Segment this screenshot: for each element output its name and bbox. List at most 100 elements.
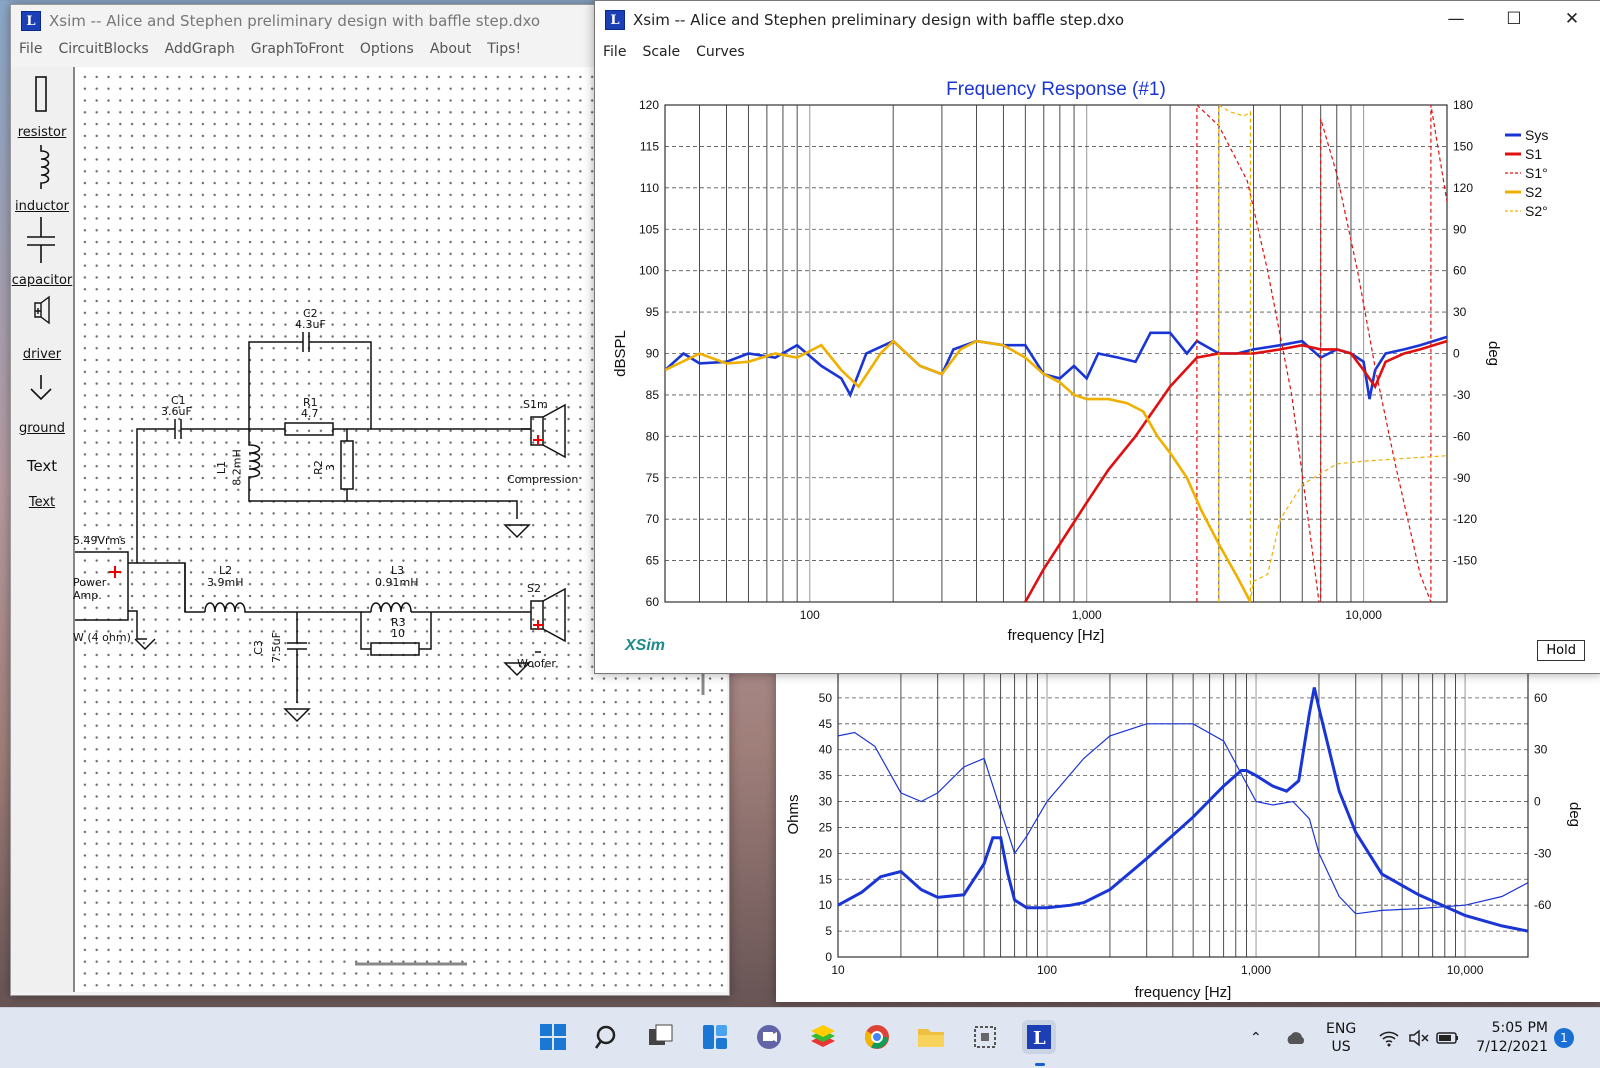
y-tick-label: 50	[819, 691, 833, 705]
y-tick-label: 95	[646, 305, 660, 319]
xsim-app-icon: L	[21, 11, 41, 31]
palette-driver[interactable]: driver	[11, 347, 73, 362]
y-tick-label: 70	[646, 512, 660, 526]
palette-ground[interactable]: ground	[11, 421, 73, 436]
y-tick-label: 90	[646, 347, 660, 361]
r2-symbol	[340, 440, 354, 490]
search-icon[interactable]	[590, 1020, 624, 1054]
teams-chat-icon[interactable]	[752, 1020, 786, 1054]
r1-symbol	[284, 422, 334, 436]
c1-symbol	[165, 419, 249, 439]
chart-title: Frequency Response (#1)	[946, 79, 1166, 100]
xsim-taskbar-icon[interactable]: L	[1022, 1020, 1056, 1054]
y2-tick-label: 90	[1453, 222, 1467, 236]
hold-button[interactable]: Hold	[1537, 640, 1585, 661]
series-line-s1	[1024, 339, 1447, 602]
y2-tick-label: 60	[1453, 264, 1467, 278]
s1-ground-icon	[503, 524, 531, 539]
menu-about[interactable]: About	[430, 41, 471, 57]
graph-menu-scale[interactable]: Scale	[642, 44, 680, 60]
s2-name: S2	[527, 582, 541, 595]
graph-menu-file[interactable]: File	[603, 44, 626, 60]
menu-tips[interactable]: Tips!	[487, 41, 521, 57]
s2-label: Woofer	[517, 657, 556, 670]
widgets-icon[interactable]	[698, 1020, 732, 1054]
r3-value: 10	[391, 627, 405, 640]
y-tick-label: 25	[819, 820, 833, 834]
wifi-icon[interactable]	[1378, 1008, 1400, 1068]
region-code: US	[1331, 1039, 1351, 1055]
circuit-window-title: Xsim -- Alice and Stephen preliminary de…	[49, 12, 541, 30]
language-indicator[interactable]: ENG US	[1326, 1008, 1356, 1068]
legend-label: Sys	[1525, 127, 1548, 143]
language-code: ENG	[1326, 1021, 1357, 1037]
palette-capacitor[interactable]: capacitor	[11, 273, 73, 288]
x-tick-label: 10,000	[1447, 963, 1484, 977]
y-tick-label: 85	[646, 388, 660, 402]
r1-value: 4.7	[301, 407, 319, 420]
l2-value: 3.9mH	[207, 576, 244, 589]
volume-muted-icon[interactable]	[1408, 1008, 1430, 1068]
xsim-graph-app-icon: L	[605, 10, 625, 30]
palette-text-box[interactable]: Text	[11, 457, 73, 475]
menu-file[interactable]: File	[19, 41, 42, 57]
y2-tick-label: -30	[1453, 388, 1471, 402]
y-tick-label: 75	[646, 471, 660, 485]
y2-tick-label: -90	[1453, 471, 1471, 485]
impedance-chart: 10 100 1,000 10,000504540353025201510506030…	[785, 672, 1583, 1001]
palette-text[interactable]: Text	[11, 495, 73, 510]
y2-tick-label: -120	[1453, 512, 1477, 526]
x-tick-label: 10,000	[1345, 608, 1382, 622]
r2-name: R2	[311, 460, 325, 475]
menu-graphtofront[interactable]: GraphToFront	[251, 41, 344, 57]
y-tick-label: 45	[819, 717, 833, 731]
palette-inductor[interactable]: inductor	[11, 199, 73, 214]
maximize-button[interactable]: ☐	[1485, 1, 1543, 37]
palette-resistor[interactable]: resistor	[11, 125, 73, 140]
y2-tick-label: -60	[1534, 898, 1552, 912]
start-icon[interactable]	[536, 1020, 570, 1054]
menu-addgraph[interactable]: AddGraph	[165, 41, 235, 57]
task-view-icon[interactable]	[644, 1020, 678, 1054]
active-app-indicator	[1035, 1063, 1045, 1066]
x-tick-label: 1,000	[1241, 963, 1271, 977]
frequency-response-window[interactable]: L Xsim -- Alice and Stephen preliminary …	[594, 0, 1600, 674]
show-hidden-icons-icon[interactable]: ⌃	[1250, 1008, 1262, 1068]
y2-tick-label: 30	[1453, 305, 1467, 319]
r2-value: 3	[324, 464, 337, 471]
notification-badge[interactable]: 1	[1554, 1028, 1574, 1048]
y-tick-label: 115	[640, 139, 659, 153]
resistor-icon	[35, 76, 47, 112]
impedance-graph-window[interactable]: 10 100 1,000 10,000 50 45 40 35 30 25 20 15 10 5 0 60 30…	[776, 672, 1600, 1002]
y-tick-label: 100	[639, 264, 659, 278]
close-button[interactable]: ✕	[1543, 1, 1600, 37]
amp-label-1: Power	[73, 576, 107, 589]
snipping-tool-icon[interactable]	[968, 1020, 1002, 1054]
stack-app-icon[interactable]	[806, 1020, 840, 1054]
onedrive-cloud-icon[interactable]	[1284, 1008, 1308, 1068]
file-explorer-icon[interactable]	[914, 1020, 948, 1054]
y-tick-label: 60	[646, 595, 660, 609]
y-tick-label: 15	[819, 872, 833, 886]
menu-circuitblocks[interactable]: CircuitBlocks	[58, 41, 148, 57]
y2-axis-label: deg	[1485, 341, 1502, 366]
y2-tick-label: -150	[1453, 554, 1477, 568]
clock[interactable]: 5:05 PM 7/12/2021	[1476, 1008, 1548, 1068]
y-tick-label: 120	[639, 98, 659, 112]
y-tick-label: 5	[825, 924, 832, 938]
y2-tick-label: 180	[1453, 98, 1473, 112]
battery-icon[interactable]	[1436, 1008, 1460, 1068]
x-tick-label: 100	[1037, 963, 1057, 977]
minimize-button[interactable]: —	[1427, 1, 1485, 37]
chrome-icon[interactable]	[860, 1020, 894, 1054]
y-tick-label: 0	[825, 950, 832, 964]
amp-ground-icon	[134, 638, 156, 651]
y2-tick-label: 60	[1534, 691, 1548, 705]
legend-label: S2°	[1525, 203, 1548, 219]
graph-menu-curves[interactable]: Curves	[696, 44, 745, 60]
l2-symbol	[204, 602, 297, 613]
legend-label: S1	[1525, 146, 1542, 162]
menu-options[interactable]: Options	[360, 41, 414, 57]
series-line-sys	[665, 331, 1447, 400]
x-tick-label: 100	[800, 608, 820, 622]
